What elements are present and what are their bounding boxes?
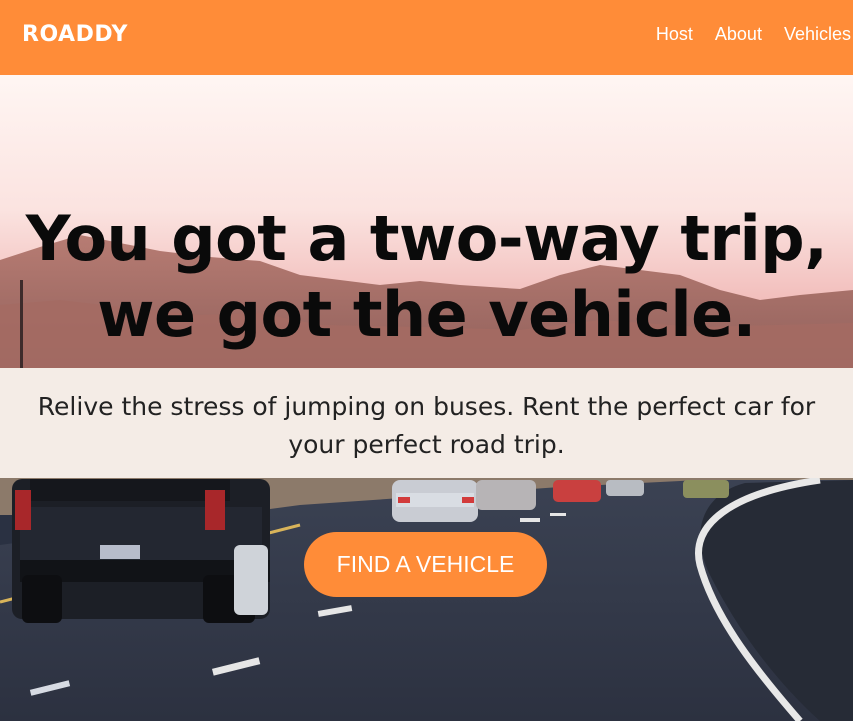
nav-link-host[interactable]: Host	[656, 24, 693, 45]
navbar: ROADDY Host About Vehicles	[0, 0, 853, 75]
nav-link-about[interactable]: About	[715, 24, 762, 45]
nav-links: Host About Vehicles	[634, 24, 853, 45]
hero-subtitle: Relive the stress of jumping on buses. R…	[37, 392, 816, 459]
nav-link-vehicles[interactable]: Vehicles	[784, 24, 851, 45]
find-vehicle-button[interactable]: FIND A VEHICLE	[304, 532, 547, 597]
headline-line-1: You got a two-way trip,	[25, 202, 828, 275]
hero-headline: You got a two-way trip, we got the vehic…	[0, 201, 853, 353]
logo[interactable]: ROADDY	[22, 22, 128, 47]
hero-section: You got a two-way trip, we got the vehic…	[0, 75, 853, 721]
headline-line-2: we got the vehicle.	[97, 278, 756, 351]
